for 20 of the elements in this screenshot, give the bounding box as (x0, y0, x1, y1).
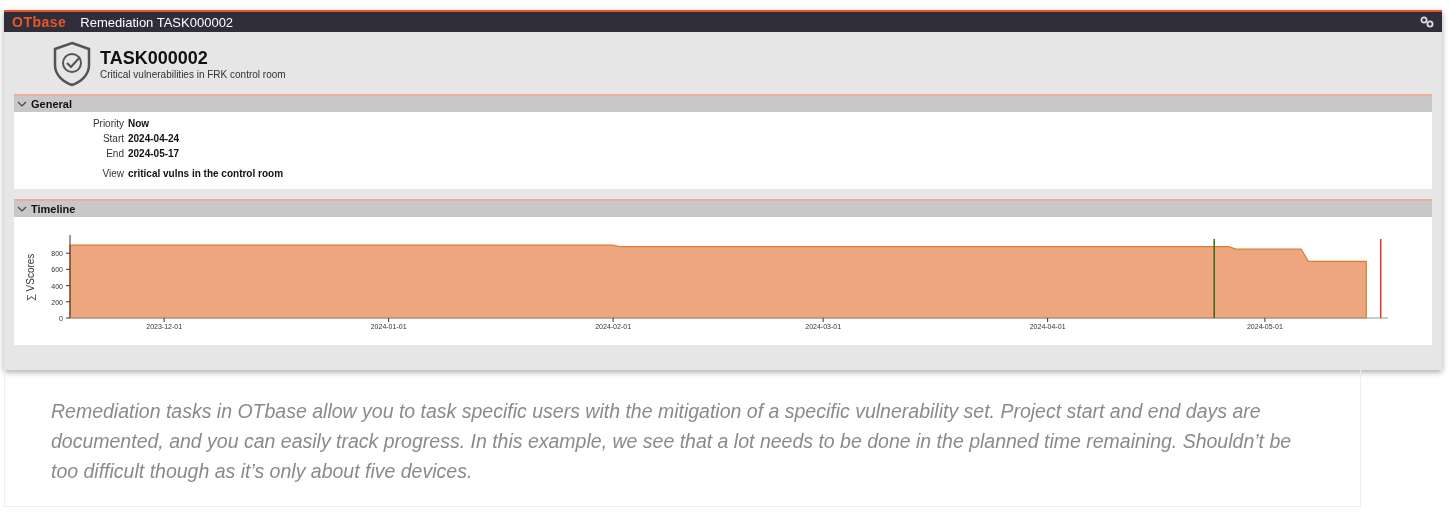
section-title: General (31, 98, 72, 110)
shield-check-icon (52, 41, 92, 87)
section-header[interactable]: General (14, 96, 1432, 112)
field-label: Start (101, 133, 124, 144)
section-header[interactable]: Timeline (14, 201, 1432, 217)
logo: OTbase (12, 14, 67, 30)
field-value: critical vulns in the control room (128, 168, 285, 179)
caption: Remediation tasks in OTbase allow you to task specific users with the mitigation of a specific vulnerability set. Project start and end days are documented, and you can easily track progress. In this example, we see that a lot needs to be done in the planned time remaining. Shouldn’t be too difficult though as it’s only about five devices. (4, 370, 1361, 507)
field-value: 2024-05-17 (128, 148, 181, 159)
window-title: Remediation TASK000002 (80, 14, 235, 30)
field-value: 2024-04-24 (128, 133, 181, 144)
link-icon[interactable] (1420, 16, 1434, 28)
y-axis-label: ∑ VScores (25, 253, 36, 302)
field-label: View (101, 168, 124, 179)
field-label: End (105, 148, 124, 159)
field-value: Now (128, 118, 151, 129)
field-label: Priority (91, 118, 124, 129)
section-title: Timeline (31, 203, 76, 215)
task-id: TASK000002 (100, 48, 209, 69)
task-subtitle: Critical vulnerabilities in FRK control room (100, 69, 286, 80)
